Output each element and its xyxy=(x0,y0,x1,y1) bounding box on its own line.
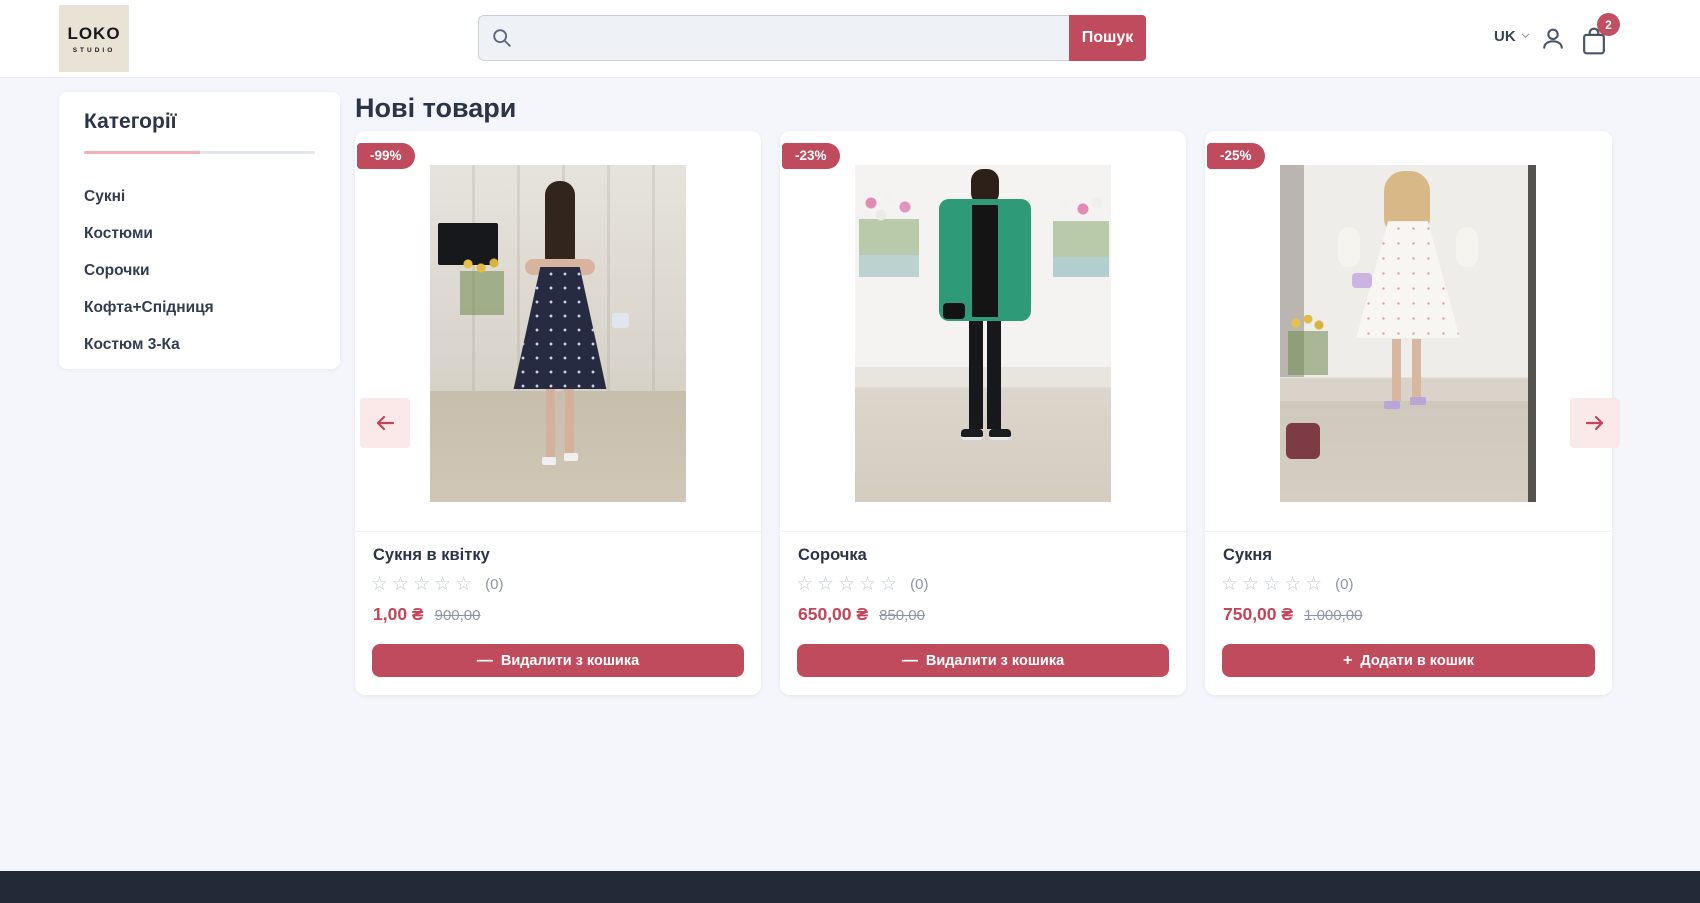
photo-model-shoe xyxy=(542,457,556,465)
carousel-prev-button[interactable] xyxy=(360,398,410,448)
photo-model-shoe xyxy=(1410,397,1426,405)
footer xyxy=(0,871,1700,903)
sidebar-item-shirts[interactable]: Сорочки xyxy=(84,252,315,289)
product-image[interactable] xyxy=(430,165,686,502)
search-input[interactable] xyxy=(478,15,1069,61)
photo-background xyxy=(1528,165,1536,502)
cart-count-badge: 2 xyxy=(1597,13,1620,36)
photo-model-torso xyxy=(972,205,998,317)
header: LOKO STUDIO Пошук UK 2 xyxy=(0,0,1700,78)
sidebar-title: Категорії xyxy=(84,110,315,134)
button-label: Видалити з кошика xyxy=(926,653,1064,669)
price-row: 750,00 ₴ 1.000,00 xyxy=(1223,604,1362,625)
categories-sidebar: Категорії Сукні Костюми Сорочки Кофта+Сп… xyxy=(59,92,340,369)
star-rating-icons: ☆☆☆☆☆ xyxy=(371,573,476,595)
logo-text: LOKO xyxy=(67,24,120,44)
minus-icon: — xyxy=(477,652,493,670)
photo-model-shoe xyxy=(989,429,1011,440)
photo-ottoman xyxy=(1286,423,1320,459)
product-rating: ☆☆☆☆☆ (0) xyxy=(796,573,929,595)
photo-model-shoe xyxy=(961,429,983,440)
product-card: -25% Сукня ☆☆☆☆☆ (0) 750,00 ₴ 1.000,00 +… xyxy=(1205,131,1612,695)
logo[interactable]: LOKO STUDIO xyxy=(59,5,129,72)
chevron-down-icon xyxy=(1520,28,1531,45)
discount-badge: -23% xyxy=(782,143,840,169)
button-label: Видалити з кошика xyxy=(501,653,639,669)
product-image[interactable] xyxy=(1280,165,1536,502)
discount-badge: -25% xyxy=(1207,143,1265,169)
search-button[interactable]: Пошук xyxy=(1069,15,1146,61)
rating-count: (0) xyxy=(910,576,928,593)
old-price: 850,00 xyxy=(879,607,925,624)
logo-subtext: STUDIO xyxy=(73,47,116,54)
page-title: Нові товари xyxy=(355,93,516,124)
photo-handbag xyxy=(612,313,629,328)
photo-flowers xyxy=(1053,195,1109,277)
remove-from-cart-button[interactable]: — Видалити з кошика xyxy=(372,644,744,677)
photo-model-leg xyxy=(546,389,555,457)
product-image[interactable] xyxy=(855,165,1111,502)
photo-model-leg xyxy=(969,321,983,429)
current-price: 650,00 ₴ xyxy=(798,604,868,625)
photo-model-sleeve xyxy=(1338,227,1360,267)
card-divider xyxy=(780,531,1186,532)
photo-model-leg xyxy=(987,321,1001,429)
photo-flowers xyxy=(1288,315,1328,375)
sidebar-item-dresses[interactable]: Сукні xyxy=(84,178,315,215)
product-rating: ☆☆☆☆☆ (0) xyxy=(1221,573,1354,595)
carousel-next-button[interactable] xyxy=(1570,398,1620,448)
card-divider xyxy=(1205,531,1612,532)
photo-model-shoe xyxy=(1384,401,1400,409)
photo-handbag xyxy=(1352,273,1372,288)
button-label: Додати в кошик xyxy=(1360,653,1474,669)
product-card: -23% Сорочка ☆☆☆☆☆ (0) 650,00 ₴ 850,00 —… xyxy=(780,131,1186,695)
language-label: UK xyxy=(1494,28,1516,45)
photo-model-leg xyxy=(565,389,574,453)
product-title[interactable]: Сукня xyxy=(1223,546,1272,565)
old-price: 1.000,00 xyxy=(1304,607,1362,624)
photo-flowers xyxy=(859,191,919,277)
old-price: 900,00 xyxy=(435,607,481,624)
sidebar-item-suits[interactable]: Костюми xyxy=(84,215,315,252)
product-card: -99% Сукня в квітку ☆☆☆☆☆ (0) 1,00 ₴ 900… xyxy=(355,131,761,695)
add-to-cart-button[interactable]: + Додати в кошик xyxy=(1222,644,1595,677)
search-bar: Пошук xyxy=(478,15,1146,61)
photo-model-shoe xyxy=(564,453,578,461)
star-rating-icons: ☆☆☆☆☆ xyxy=(796,573,901,595)
photo-flowers xyxy=(460,257,504,315)
photo-model-hair xyxy=(545,181,575,267)
arrow-right-icon xyxy=(1583,411,1607,435)
card-divider xyxy=(355,531,761,532)
sidebar-item-blouse-skirt[interactable]: Кофта+Спідниця xyxy=(84,289,315,326)
category-list: Сукні Костюми Сорочки Кофта+Спідниця Кос… xyxy=(84,178,315,363)
photo-model-sleeve xyxy=(1456,227,1478,267)
product-title[interactable]: Сорочка xyxy=(798,546,867,565)
price-row: 1,00 ₴ 900,00 xyxy=(373,604,481,625)
remove-from-cart-button[interactable]: — Видалити з кошика xyxy=(797,644,1169,677)
current-price: 1,00 ₴ xyxy=(373,604,424,625)
product-rating: ☆☆☆☆☆ (0) xyxy=(371,573,504,595)
price-row: 650,00 ₴ 850,00 xyxy=(798,604,925,625)
sidebar-item-suit-3pc[interactable]: Костюм 3-Ка xyxy=(84,326,315,363)
user-icon xyxy=(1539,25,1567,53)
product-title[interactable]: Сукня в квітку xyxy=(373,546,490,565)
arrow-left-icon xyxy=(373,411,397,435)
rating-count: (0) xyxy=(485,576,503,593)
discount-badge: -99% xyxy=(357,143,415,169)
photo-model-leg xyxy=(1392,339,1401,401)
photo-handbag xyxy=(943,303,965,319)
language-selector[interactable]: UK xyxy=(1494,28,1531,45)
photo-model-leg xyxy=(1412,339,1421,397)
star-rating-icons: ☆☆☆☆☆ xyxy=(1221,573,1326,595)
plus-icon: + xyxy=(1343,652,1352,670)
sidebar-divider xyxy=(84,151,315,154)
minus-icon: — xyxy=(902,652,918,670)
current-price: 750,00 ₴ xyxy=(1223,604,1293,625)
rating-count: (0) xyxy=(1335,576,1353,593)
account-button[interactable] xyxy=(1539,25,1567,53)
